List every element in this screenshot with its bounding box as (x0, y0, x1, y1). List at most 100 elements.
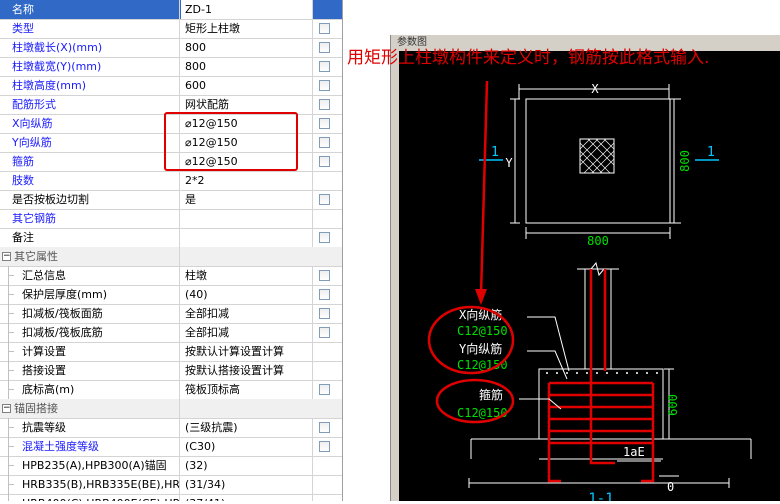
property-name: HRB400(C),HRB400E(CE),HRBF (0, 494, 180, 501)
highlight-box (164, 112, 298, 171)
property-name: 配筋形式 (0, 95, 180, 114)
property-name: 箍筋 (0, 152, 180, 171)
grid-row[interactable]: 保护层厚度(mm) (40) (0, 285, 342, 305)
attach-checkbox[interactable] (319, 61, 330, 72)
property-name: Y向纵筋 (0, 133, 180, 152)
grid-row[interactable]: 柱墩高度(mm) 600 (0, 76, 342, 96)
property-name: 名称 (0, 0, 180, 19)
attach-checkbox[interactable] (319, 118, 330, 129)
grid-group-row[interactable]: − 其它属性 (0, 247, 342, 267)
property-value[interactable]: (三级抗震) (181, 418, 313, 437)
grid-row[interactable]: 备注 (0, 228, 342, 248)
property-value[interactable]: ZD-1 (181, 0, 313, 19)
dim-y-label: Y (505, 156, 513, 170)
property-name: 扣减板/筏板面筋 (0, 304, 180, 323)
attach-checkbox[interactable] (319, 422, 330, 433)
attach-checkbox[interactable] (319, 137, 330, 148)
property-value[interactable]: 按默认搭接设置计算 (181, 361, 313, 380)
attach-checkbox[interactable] (319, 384, 330, 395)
property-value[interactable]: (31/34) (181, 475, 313, 494)
diagram-svg: X Y 800 800 1 1 X向纵筋 C12@150 Y向纵筋 C12@15… (427, 80, 752, 504)
property-value[interactable]: 是 (181, 190, 313, 209)
grid-row[interactable]: 扣减板/筏板面筋 全部扣减 (0, 304, 342, 324)
attach-checkbox[interactable] (319, 42, 330, 53)
attach-checkbox[interactable] (319, 327, 330, 338)
attach-checkbox[interactable] (319, 289, 330, 300)
diagram-canvas: X Y 800 800 1 1 X向纵筋 C12@150 Y向纵筋 C12@15… (399, 51, 780, 504)
dim-x-label: X (591, 82, 599, 96)
grid-row[interactable]: 柱墩截宽(Y)(mm) 800 (0, 57, 342, 77)
grid-row[interactable]: 汇总信息 柱墩 (0, 266, 342, 286)
grid-row[interactable]: 扣减板/筏板底筋 全部扣减 (0, 323, 342, 343)
property-value[interactable]: 筏板顶标高 (181, 380, 313, 399)
grid-row[interactable]: 底标高(m) 筏板顶标高 (0, 380, 342, 400)
property-value[interactable]: 全部扣减 (181, 323, 313, 342)
property-name: 其它属性 (0, 247, 180, 266)
grid-group-row[interactable]: − 锚固搭接 (0, 399, 342, 419)
property-name: 柱墩截宽(Y)(mm) (0, 57, 180, 76)
property-name: 类型 (0, 19, 180, 38)
property-name: 柱墩截长(X)(mm) (0, 38, 180, 57)
property-value[interactable]: 全部扣减 (181, 304, 313, 323)
attach-checkbox[interactable] (319, 23, 330, 34)
dim-800-horizontal: 800 (587, 234, 609, 248)
grid-row[interactable]: 是否按板边切割是 (0, 190, 342, 210)
property-name: 混凝土强度等级 (0, 437, 180, 456)
property-value[interactable] (181, 228, 313, 247)
attach-checkbox[interactable] (319, 80, 330, 91)
attach-checkbox[interactable] (319, 99, 330, 110)
attach-checkbox[interactable] (319, 270, 330, 281)
grid-row[interactable]: 名称 ZD-1 (0, 0, 342, 20)
property-name: 抗震等级 (0, 418, 180, 437)
attach-checkbox[interactable] (319, 441, 330, 452)
red-annotation: 用矩形上柱墩构件来定义时，钢筋按此格式输入. (347, 48, 710, 68)
grid-row[interactable]: 柱墩截长(X)(mm) 800 (0, 38, 342, 58)
grid-row[interactable]: 肢数 2*2 (0, 171, 342, 191)
property-name: HRB335(B),HRB335E(BE),HRBF (0, 475, 180, 494)
property-value[interactable]: 600 (181, 76, 313, 95)
property-value[interactable]: 矩形上柱墩 (181, 19, 313, 38)
grid-row[interactable]: 混凝土强度等级 (C30) (0, 437, 342, 457)
property-value[interactable]: 2*2 (181, 171, 313, 190)
property-value[interactable]: 柱墩 (181, 266, 313, 285)
grid-row[interactable]: 计算设置 按默认计算设置计算 (0, 342, 342, 362)
grid-row[interactable]: 抗震等级 (三级抗震) (0, 418, 342, 438)
property-name: 搭接设置 (0, 361, 180, 380)
parameter-diagram-window: 参数图 X Y 800 800 1 1 X向纵筋 C12@150 Y向纵筋 C1… (390, 35, 780, 504)
property-name: HPB235(A),HPB300(A)锚固 (0, 456, 180, 475)
lae-label: 1aE (623, 445, 645, 459)
grid-row[interactable]: 类型 矩形上柱墩 (0, 19, 342, 39)
property-name: 其它钢筋 (0, 209, 180, 228)
property-name: 保护层厚度(mm) (0, 285, 180, 304)
grid-row[interactable]: HRB335(B),HRB335E(BE),HRBF (31/34) (0, 475, 342, 495)
property-name: 底标高(m) (0, 380, 180, 399)
dim-600: 600 (666, 394, 680, 416)
property-name: 汇总信息 (0, 266, 180, 285)
property-value[interactable]: 800 (181, 57, 313, 76)
attach-checkbox[interactable] (319, 308, 330, 319)
grid-row[interactable]: HRB400(C),HRB400E(CE),HRBF(37/41) (0, 494, 342, 501)
property-value[interactable]: (37/41) (181, 494, 313, 501)
property-name: 锚固搭接 (0, 399, 180, 418)
property-name: 肢数 (0, 171, 180, 190)
zero-label: 0 (667, 480, 674, 494)
grid-row[interactable]: 其它钢筋 (0, 209, 342, 229)
attach-checkbox[interactable] (319, 156, 330, 167)
attach-checkbox[interactable] (319, 232, 330, 243)
property-value[interactable]: (C30) (181, 437, 313, 456)
grid-row[interactable]: HPB235(A),HPB300(A)锚固 (32) (0, 456, 342, 476)
property-name: 备注 (0, 228, 180, 247)
x-bar-value: C12@150 (457, 324, 508, 338)
property-value[interactable]: 按默认计算设置计算 (181, 342, 313, 361)
property-value[interactable]: 800 (181, 38, 313, 57)
property-value[interactable] (181, 209, 313, 228)
attach-checkbox[interactable] (319, 194, 330, 205)
property-name: X向纵筋 (0, 114, 180, 133)
section-mark-right: 1 (707, 145, 715, 160)
y-bar-label: Y向纵筋 (459, 341, 502, 356)
property-value[interactable]: (40) (181, 285, 313, 304)
property-name: 计算设置 (0, 342, 180, 361)
grid-row[interactable]: 搭接设置 按默认搭接设置计算 (0, 361, 342, 381)
property-value[interactable]: (32) (181, 456, 313, 475)
stirrup-label: 箍筋 (479, 387, 503, 402)
